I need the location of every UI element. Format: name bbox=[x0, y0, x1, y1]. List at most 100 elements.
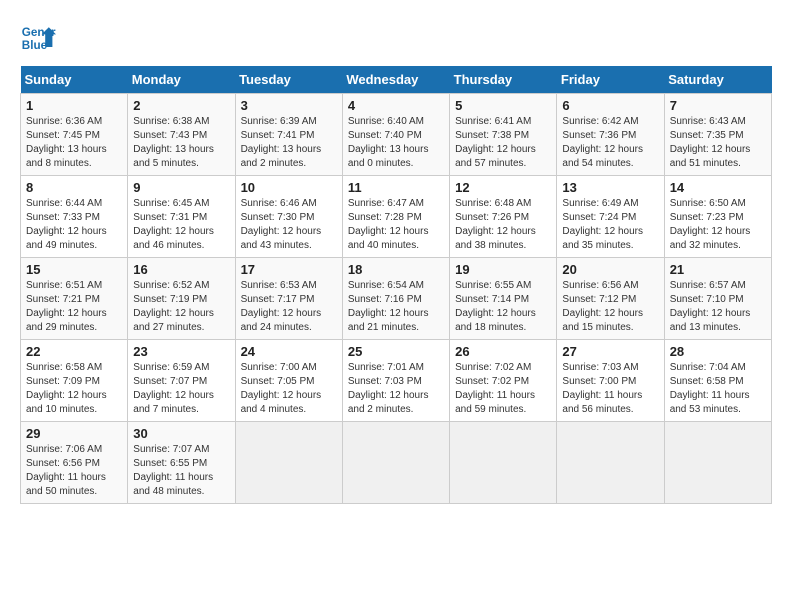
calendar-cell: 30 Sunrise: 7:07 AM Sunset: 6:55 PM Dayl… bbox=[128, 422, 235, 504]
day-number: 30 bbox=[133, 426, 229, 441]
cell-info: Sunrise: 7:00 AM Sunset: 7:05 PM Dayligh… bbox=[241, 361, 337, 417]
day-number: 21 bbox=[670, 262, 766, 277]
calendar-week-1: 1 Sunrise: 6:36 AM Sunset: 7:45 PM Dayli… bbox=[21, 94, 772, 176]
day-number: 29 bbox=[26, 426, 122, 441]
cell-info: Sunrise: 6:53 AM Sunset: 7:17 PM Dayligh… bbox=[241, 279, 337, 335]
day-number: 27 bbox=[562, 344, 658, 359]
cell-info: Sunrise: 6:51 AM Sunset: 7:21 PM Dayligh… bbox=[26, 279, 122, 335]
calendar-week-4: 22 Sunrise: 6:58 AM Sunset: 7:09 PM Dayl… bbox=[21, 340, 772, 422]
cell-info: Sunrise: 6:46 AM Sunset: 7:30 PM Dayligh… bbox=[241, 197, 337, 253]
calendar-week-2: 8 Sunrise: 6:44 AM Sunset: 7:33 PM Dayli… bbox=[21, 176, 772, 258]
calendar-cell: 5 Sunrise: 6:41 AM Sunset: 7:38 PM Dayli… bbox=[450, 94, 557, 176]
cell-info: Sunrise: 6:45 AM Sunset: 7:31 PM Dayligh… bbox=[133, 197, 229, 253]
calendar-cell: 2 Sunrise: 6:38 AM Sunset: 7:43 PM Dayli… bbox=[128, 94, 235, 176]
day-number: 15 bbox=[26, 262, 122, 277]
calendar-cell bbox=[450, 422, 557, 504]
cell-info: Sunrise: 6:41 AM Sunset: 7:38 PM Dayligh… bbox=[455, 115, 551, 171]
calendar-cell: 3 Sunrise: 6:39 AM Sunset: 7:41 PM Dayli… bbox=[235, 94, 342, 176]
calendar-cell: 7 Sunrise: 6:43 AM Sunset: 7:35 PM Dayli… bbox=[664, 94, 771, 176]
day-number: 20 bbox=[562, 262, 658, 277]
col-header-monday: Monday bbox=[128, 66, 235, 94]
cell-info: Sunrise: 7:03 AM Sunset: 7:00 PM Dayligh… bbox=[562, 361, 658, 417]
cell-info: Sunrise: 6:58 AM Sunset: 7:09 PM Dayligh… bbox=[26, 361, 122, 417]
day-number: 4 bbox=[348, 98, 444, 113]
calendar-cell: 1 Sunrise: 6:36 AM Sunset: 7:45 PM Dayli… bbox=[21, 94, 128, 176]
cell-info: Sunrise: 6:47 AM Sunset: 7:28 PM Dayligh… bbox=[348, 197, 444, 253]
calendar-cell bbox=[342, 422, 449, 504]
calendar-cell: 13 Sunrise: 6:49 AM Sunset: 7:24 PM Dayl… bbox=[557, 176, 664, 258]
day-number: 22 bbox=[26, 344, 122, 359]
calendar-cell: 4 Sunrise: 6:40 AM Sunset: 7:40 PM Dayli… bbox=[342, 94, 449, 176]
day-number: 28 bbox=[670, 344, 766, 359]
calendar-cell: 20 Sunrise: 6:56 AM Sunset: 7:12 PM Dayl… bbox=[557, 258, 664, 340]
cell-info: Sunrise: 7:01 AM Sunset: 7:03 PM Dayligh… bbox=[348, 361, 444, 417]
cell-info: Sunrise: 7:02 AM Sunset: 7:02 PM Dayligh… bbox=[455, 361, 551, 417]
cell-info: Sunrise: 6:59 AM Sunset: 7:07 PM Dayligh… bbox=[133, 361, 229, 417]
calendar-week-5: 29 Sunrise: 7:06 AM Sunset: 6:56 PM Dayl… bbox=[21, 422, 772, 504]
day-number: 7 bbox=[670, 98, 766, 113]
svg-text:Blue: Blue bbox=[22, 39, 48, 52]
calendar-cell bbox=[664, 422, 771, 504]
cell-info: Sunrise: 7:07 AM Sunset: 6:55 PM Dayligh… bbox=[133, 443, 229, 499]
calendar-cell: 25 Sunrise: 7:01 AM Sunset: 7:03 PM Dayl… bbox=[342, 340, 449, 422]
cell-info: Sunrise: 6:36 AM Sunset: 7:45 PM Dayligh… bbox=[26, 115, 122, 171]
cell-info: Sunrise: 6:48 AM Sunset: 7:26 PM Dayligh… bbox=[455, 197, 551, 253]
calendar-cell: 11 Sunrise: 6:47 AM Sunset: 7:28 PM Dayl… bbox=[342, 176, 449, 258]
col-header-sunday: Sunday bbox=[21, 66, 128, 94]
day-number: 12 bbox=[455, 180, 551, 195]
calendar-cell bbox=[235, 422, 342, 504]
day-number: 24 bbox=[241, 344, 337, 359]
col-header-thursday: Thursday bbox=[450, 66, 557, 94]
calendar-cell: 27 Sunrise: 7:03 AM Sunset: 7:00 PM Dayl… bbox=[557, 340, 664, 422]
calendar-cell: 16 Sunrise: 6:52 AM Sunset: 7:19 PM Dayl… bbox=[128, 258, 235, 340]
day-number: 9 bbox=[133, 180, 229, 195]
calendar-cell: 21 Sunrise: 6:57 AM Sunset: 7:10 PM Dayl… bbox=[664, 258, 771, 340]
logo-icon: General Blue bbox=[20, 20, 56, 56]
cell-info: Sunrise: 6:44 AM Sunset: 7:33 PM Dayligh… bbox=[26, 197, 122, 253]
cell-info: Sunrise: 6:38 AM Sunset: 7:43 PM Dayligh… bbox=[133, 115, 229, 171]
calendar-cell: 12 Sunrise: 6:48 AM Sunset: 7:26 PM Dayl… bbox=[450, 176, 557, 258]
day-number: 19 bbox=[455, 262, 551, 277]
col-header-saturday: Saturday bbox=[664, 66, 771, 94]
calendar-cell: 22 Sunrise: 6:58 AM Sunset: 7:09 PM Dayl… bbox=[21, 340, 128, 422]
calendar-cell: 14 Sunrise: 6:50 AM Sunset: 7:23 PM Dayl… bbox=[664, 176, 771, 258]
day-number: 23 bbox=[133, 344, 229, 359]
day-number: 10 bbox=[241, 180, 337, 195]
col-header-wednesday: Wednesday bbox=[342, 66, 449, 94]
cell-info: Sunrise: 6:56 AM Sunset: 7:12 PM Dayligh… bbox=[562, 279, 658, 335]
calendar-cell: 18 Sunrise: 6:54 AM Sunset: 7:16 PM Dayl… bbox=[342, 258, 449, 340]
calendar-cell: 26 Sunrise: 7:02 AM Sunset: 7:02 PM Dayl… bbox=[450, 340, 557, 422]
day-number: 1 bbox=[26, 98, 122, 113]
cell-info: Sunrise: 6:50 AM Sunset: 7:23 PM Dayligh… bbox=[670, 197, 766, 253]
cell-info: Sunrise: 6:52 AM Sunset: 7:19 PM Dayligh… bbox=[133, 279, 229, 335]
calendar-cell: 19 Sunrise: 6:55 AM Sunset: 7:14 PM Dayl… bbox=[450, 258, 557, 340]
calendar-cell: 9 Sunrise: 6:45 AM Sunset: 7:31 PM Dayli… bbox=[128, 176, 235, 258]
cell-info: Sunrise: 6:57 AM Sunset: 7:10 PM Dayligh… bbox=[670, 279, 766, 335]
day-number: 26 bbox=[455, 344, 551, 359]
day-number: 2 bbox=[133, 98, 229, 113]
calendar-cell: 24 Sunrise: 7:00 AM Sunset: 7:05 PM Dayl… bbox=[235, 340, 342, 422]
cell-info: Sunrise: 6:54 AM Sunset: 7:16 PM Dayligh… bbox=[348, 279, 444, 335]
calendar-table: SundayMondayTuesdayWednesdayThursdayFrid… bbox=[20, 66, 772, 504]
cell-info: Sunrise: 6:43 AM Sunset: 7:35 PM Dayligh… bbox=[670, 115, 766, 171]
col-header-friday: Friday bbox=[557, 66, 664, 94]
calendar-cell: 17 Sunrise: 6:53 AM Sunset: 7:17 PM Dayl… bbox=[235, 258, 342, 340]
calendar-week-3: 15 Sunrise: 6:51 AM Sunset: 7:21 PM Dayl… bbox=[21, 258, 772, 340]
day-number: 8 bbox=[26, 180, 122, 195]
calendar-cell: 8 Sunrise: 6:44 AM Sunset: 7:33 PM Dayli… bbox=[21, 176, 128, 258]
cell-info: Sunrise: 6:39 AM Sunset: 7:41 PM Dayligh… bbox=[241, 115, 337, 171]
day-number: 16 bbox=[133, 262, 229, 277]
calendar-cell: 28 Sunrise: 7:04 AM Sunset: 6:58 PM Dayl… bbox=[664, 340, 771, 422]
calendar-cell: 6 Sunrise: 6:42 AM Sunset: 7:36 PM Dayli… bbox=[557, 94, 664, 176]
day-number: 18 bbox=[348, 262, 444, 277]
day-number: 17 bbox=[241, 262, 337, 277]
day-number: 25 bbox=[348, 344, 444, 359]
cell-info: Sunrise: 6:42 AM Sunset: 7:36 PM Dayligh… bbox=[562, 115, 658, 171]
day-number: 5 bbox=[455, 98, 551, 113]
day-number: 3 bbox=[241, 98, 337, 113]
calendar-cell: 23 Sunrise: 6:59 AM Sunset: 7:07 PM Dayl… bbox=[128, 340, 235, 422]
calendar-cell: 29 Sunrise: 7:06 AM Sunset: 6:56 PM Dayl… bbox=[21, 422, 128, 504]
calendar-cell: 10 Sunrise: 6:46 AM Sunset: 7:30 PM Dayl… bbox=[235, 176, 342, 258]
logo: General Blue bbox=[20, 20, 56, 56]
cell-info: Sunrise: 6:49 AM Sunset: 7:24 PM Dayligh… bbox=[562, 197, 658, 253]
